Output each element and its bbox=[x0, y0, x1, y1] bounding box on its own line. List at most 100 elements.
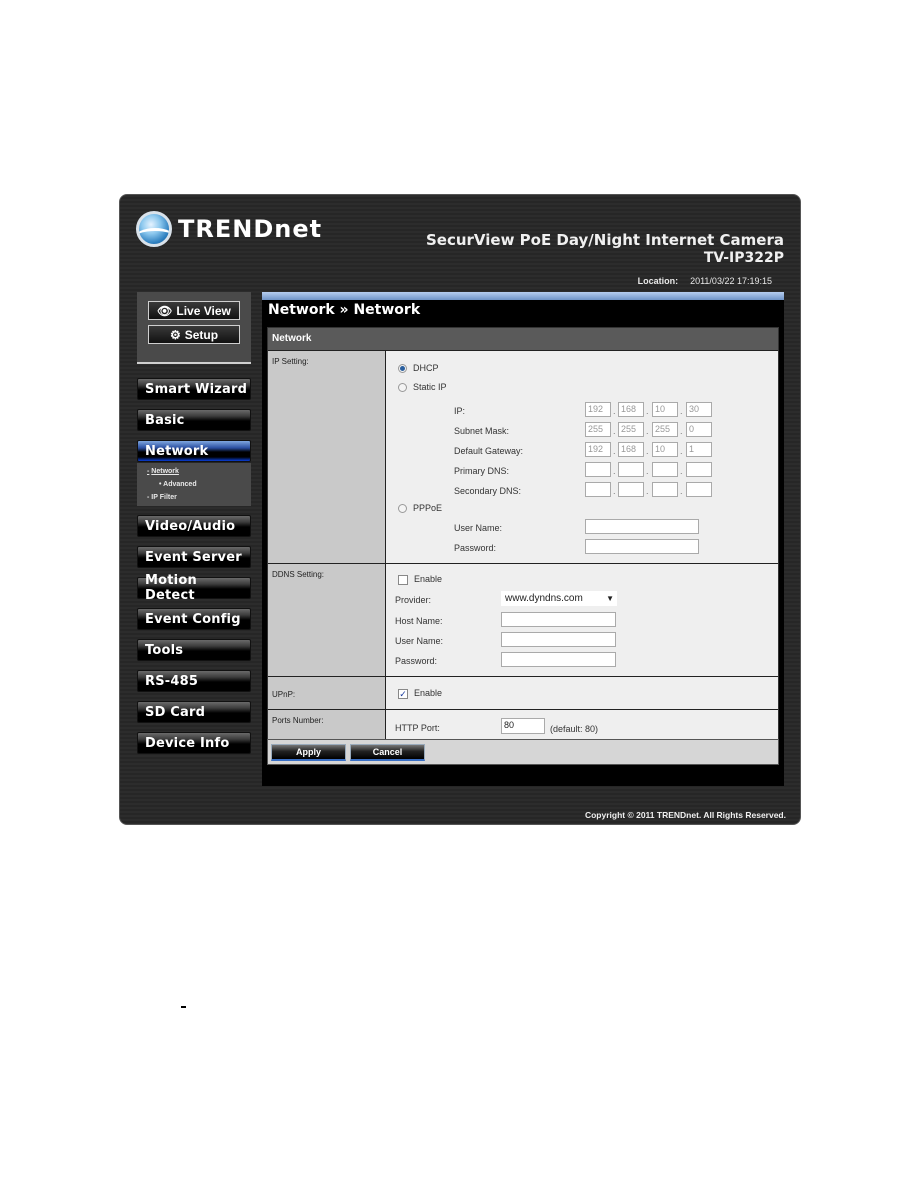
host-name-label: Host Name: bbox=[395, 616, 443, 626]
ip-octet-input[interactable]: 192 bbox=[585, 402, 611, 417]
static-field-label: Primary DNS: bbox=[454, 466, 510, 476]
ip-octet-input[interactable] bbox=[686, 482, 712, 497]
submenu-label: Network bbox=[151, 468, 179, 475]
octet-separator: . bbox=[613, 466, 616, 476]
sidebar-item-video-audio[interactable]: Video/Audio bbox=[137, 515, 251, 537]
ip-octet-input[interactable]: 255 bbox=[618, 422, 644, 437]
panel-title: Network bbox=[268, 328, 778, 350]
network-settings-panel: Network IP Setting: DHCP Static IP IP: 19… bbox=[267, 327, 779, 743]
upnp-enable-checkbox[interactable]: ✓ Enable bbox=[398, 688, 442, 699]
main-content: Network » Network Network IP Setting: DH… bbox=[262, 292, 784, 786]
datetime: 2011/03/22 17:19:15 bbox=[690, 276, 772, 286]
product-model: TV-IP322P bbox=[703, 250, 784, 266]
ip-octet-input[interactable] bbox=[686, 462, 712, 477]
ip-octet-input[interactable] bbox=[652, 462, 678, 477]
dhcp-label: DHCP bbox=[413, 363, 439, 373]
ip-octet-input[interactable]: 0 bbox=[686, 422, 712, 437]
setup-button[interactable]: ⚙ Setup bbox=[148, 325, 240, 344]
sidebar-item-basic[interactable]: Basic bbox=[137, 409, 251, 431]
ddns-username-label: User Name: bbox=[395, 636, 444, 646]
sidebar-item-sd-card[interactable]: SD Card bbox=[137, 701, 251, 723]
ip-octet-input[interactable]: 1 bbox=[686, 442, 712, 457]
static-field-label: IP: bbox=[454, 406, 466, 416]
ip-octet-input[interactable] bbox=[585, 482, 611, 497]
ports-row: Ports Number: HTTP Port: 80 (default: 80… bbox=[268, 709, 778, 742]
ip-octet-input[interactable]: 168 bbox=[618, 402, 644, 417]
sidebar-item-smart-wizard[interactable]: Smart Wizard bbox=[137, 378, 251, 400]
octet-separator: . bbox=[680, 406, 683, 416]
octet-separator: . bbox=[613, 426, 616, 436]
sidebar-item-tools[interactable]: Tools bbox=[137, 639, 251, 661]
checkbox-checked-icon: ✓ bbox=[398, 688, 408, 699]
ip-octet-input[interactable] bbox=[652, 482, 678, 497]
stray-dash-mark bbox=[181, 1006, 186, 1008]
ip-setting-row: IP Setting: DHCP Static IP IP: 192. 168. 10… bbox=[268, 350, 778, 563]
ddns-username-input[interactable] bbox=[501, 632, 616, 647]
submenu-label: IP Filter bbox=[151, 494, 177, 501]
submenu-item-advanced[interactable]: • Advanced bbox=[159, 481, 197, 488]
http-port-input[interactable]: 80 bbox=[501, 718, 545, 734]
pppoe-password-label: Password: bbox=[454, 543, 497, 553]
octet-separator: . bbox=[680, 486, 683, 496]
apply-button[interactable]: Apply bbox=[271, 744, 346, 761]
sidebar-item-device-info[interactable]: Device Info bbox=[137, 732, 251, 754]
ports-label: Ports Number: bbox=[268, 710, 386, 742]
ip-setting-content: DHCP Static IP IP: 192. 168. 10. 30 Subnet Ma… bbox=[386, 351, 778, 563]
static-ip-label: Static IP bbox=[413, 382, 447, 392]
ports-content: HTTP Port: 80 (default: 80) bbox=[386, 710, 778, 742]
ip-octet-input[interactable]: 192 bbox=[585, 442, 611, 457]
setup-label: Setup bbox=[184, 327, 219, 342]
submenu-item-ip-filter[interactable]: - IP Filter bbox=[147, 494, 177, 501]
sidebar-item-rs485[interactable]: RS-485 bbox=[137, 670, 251, 692]
ip-octet-input[interactable]: 168 bbox=[618, 442, 644, 457]
sidebar-item-motion-detect[interactable]: Motion Detect bbox=[137, 573, 251, 603]
host-name-input[interactable] bbox=[501, 612, 616, 627]
octet-separator: . bbox=[646, 466, 649, 476]
submenu-label: Advanced bbox=[163, 481, 197, 488]
ip-octet-input[interactable]: 255 bbox=[585, 422, 611, 437]
bullet: - bbox=[147, 468, 150, 475]
globe-logo-icon bbox=[136, 211, 172, 247]
ddns-content: Enable Provider: www.dyndns.com ▼ Host N… bbox=[386, 564, 778, 676]
pppoe-password-input[interactable] bbox=[585, 539, 699, 554]
trendnet-logo: TRENDnet bbox=[136, 211, 322, 247]
radio-unselected-icon bbox=[398, 383, 407, 393]
submenu-item-network[interactable]: - Network bbox=[147, 468, 179, 475]
checkbox-unchecked-icon bbox=[398, 574, 408, 585]
http-port-default-note: (default: 80) bbox=[550, 724, 599, 734]
network-submenu: - Network • Advanced - IP Filter bbox=[137, 463, 251, 506]
ip-octet-input[interactable]: 10 bbox=[652, 442, 678, 457]
ddns-password-input[interactable] bbox=[501, 652, 616, 667]
static-ip-radio[interactable]: Static IP bbox=[398, 382, 447, 393]
eye-icon: 👁 bbox=[157, 303, 173, 318]
upnp-row: UPnP: ✓ Enable bbox=[268, 676, 778, 709]
ip-octet-input[interactable] bbox=[585, 462, 611, 477]
cancel-button[interactable]: Cancel bbox=[350, 744, 425, 761]
octet-separator: . bbox=[613, 446, 616, 456]
action-bar: Apply Cancel bbox=[267, 739, 779, 765]
octet-separator: . bbox=[680, 426, 683, 436]
page-title: Network » Network bbox=[268, 302, 421, 318]
upnp-enable-label: Enable bbox=[414, 688, 443, 698]
provider-label: Provider: bbox=[395, 595, 432, 605]
pppoe-username-input[interactable] bbox=[585, 519, 699, 534]
octet-separator: . bbox=[646, 426, 649, 436]
sidebar-item-event-config[interactable]: Event Config bbox=[137, 608, 251, 630]
sidebar-item-event-server[interactable]: Event Server bbox=[137, 546, 251, 568]
ddns-password-label: Password: bbox=[395, 656, 438, 666]
dhcp-radio[interactable]: DHCP bbox=[398, 363, 439, 374]
pppoe-radio[interactable]: PPPoE bbox=[398, 503, 442, 514]
mode-switch-panel: 👁 Live View ⚙ Setup bbox=[137, 292, 251, 364]
ip-octet-input[interactable]: 10 bbox=[652, 402, 678, 417]
ip-octet-input[interactable]: 30 bbox=[686, 402, 712, 417]
live-view-button[interactable]: 👁 Live View bbox=[148, 301, 240, 320]
ddns-enable-checkbox[interactable]: Enable bbox=[398, 574, 442, 585]
dropdown-arrow-icon: ▼ bbox=[606, 594, 614, 603]
sidebar-item-network[interactable]: Network bbox=[137, 440, 251, 462]
static-field-label: Subnet Mask: bbox=[454, 426, 510, 436]
ip-octet-input[interactable] bbox=[618, 482, 644, 497]
provider-select[interactable]: www.dyndns.com ▼ bbox=[501, 591, 617, 606]
ip-octet-input[interactable] bbox=[618, 462, 644, 477]
ip-octet-input[interactable]: 255 bbox=[652, 422, 678, 437]
octet-separator: . bbox=[646, 446, 649, 456]
